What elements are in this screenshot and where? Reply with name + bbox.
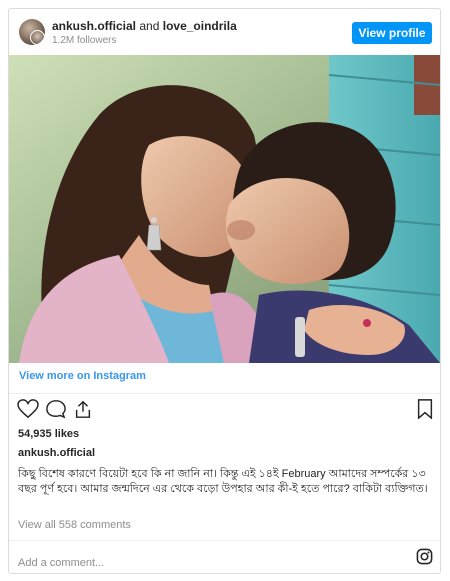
post-photo[interactable] bbox=[9, 55, 440, 363]
add-comment-input[interactable]: Add a comment... bbox=[18, 557, 104, 569]
view-more-link[interactable]: View more on Instagram bbox=[19, 370, 146, 382]
post-header: ankush.official and love_oindrila 1.2M f… bbox=[9, 9, 440, 55]
divider bbox=[9, 393, 440, 394]
author-connector: and bbox=[136, 19, 163, 33]
heart-icon[interactable] bbox=[17, 399, 39, 419]
likes-count[interactable]: 54,935 likes bbox=[18, 428, 79, 440]
divider bbox=[9, 540, 440, 541]
post-authors: ankush.official and love_oindrila bbox=[52, 19, 237, 33]
instagram-logo-icon[interactable] bbox=[416, 548, 433, 565]
share-icon[interactable] bbox=[72, 399, 94, 419]
view-all-comments-link[interactable]: View all 558 comments bbox=[18, 519, 131, 531]
caption-username[interactable]: ankush.official bbox=[18, 447, 95, 459]
coauthor-username[interactable]: love_oindrila bbox=[163, 19, 237, 33]
author-username[interactable]: ankush.official bbox=[52, 19, 136, 33]
avatar[interactable] bbox=[19, 19, 45, 45]
instagram-embed-card: ankush.official and love_oindrila 1.2M f… bbox=[8, 8, 441, 574]
post-caption: কিছু বিশেষ কারণে বিয়েটা হবে কি না জানি … bbox=[18, 468, 428, 495]
followers-count: 1.2M followers bbox=[52, 35, 117, 46]
bookmark-icon[interactable] bbox=[416, 399, 434, 419]
view-profile-button[interactable]: View profile bbox=[352, 22, 432, 44]
comment-icon[interactable] bbox=[45, 399, 67, 419]
coauthor-avatar bbox=[30, 30, 45, 45]
post-photo-image bbox=[9, 55, 440, 363]
